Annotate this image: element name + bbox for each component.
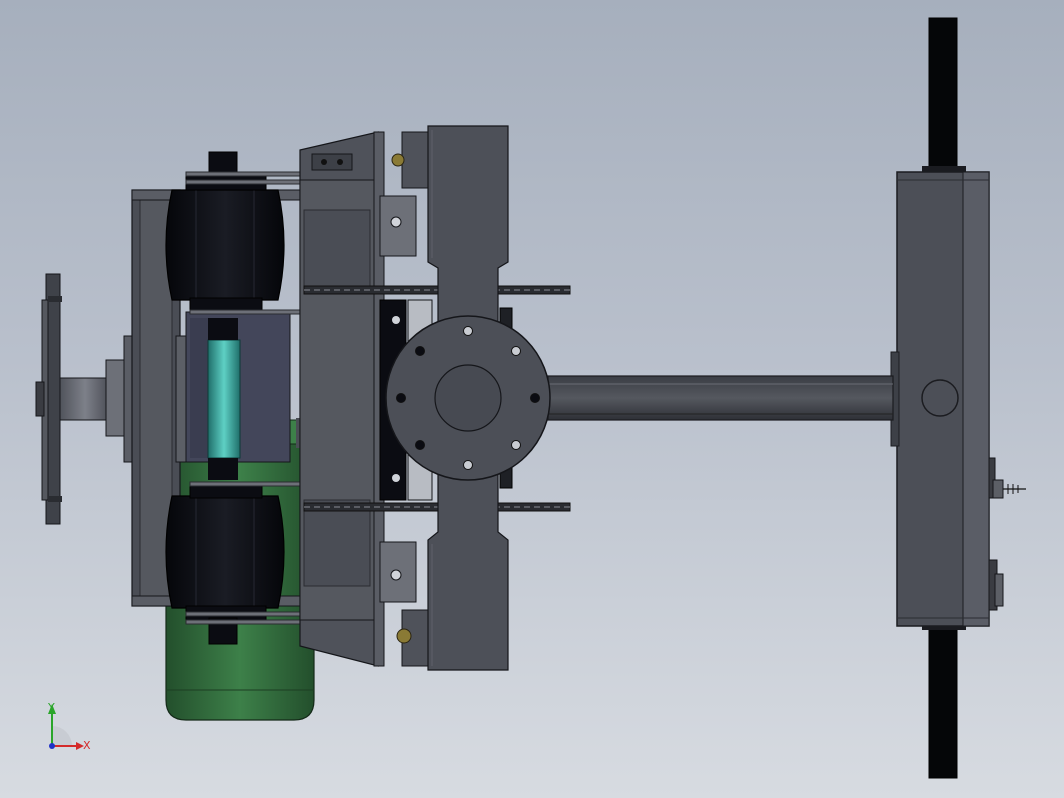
- cad-model-drawing[interactable]: Y X: [0, 0, 1064, 798]
- sensor-probe: [988, 457, 1026, 611]
- glass-roller: [185, 311, 304, 480]
- cad-viewport[interactable]: Y X: [0, 0, 1064, 798]
- axis-triad: Y X: [47, 701, 91, 752]
- drive-shaft: [547, 375, 894, 421]
- x-axis-label: X: [83, 739, 91, 752]
- gearbox: [890, 171, 990, 627]
- flange-hub: [385, 315, 551, 481]
- y-axis-label: Y: [47, 701, 55, 714]
- chain-lower: [303, 502, 571, 512]
- z-axis-dot: [49, 743, 55, 749]
- handwheel: [35, 273, 127, 525]
- chain-upper: [303, 285, 571, 295]
